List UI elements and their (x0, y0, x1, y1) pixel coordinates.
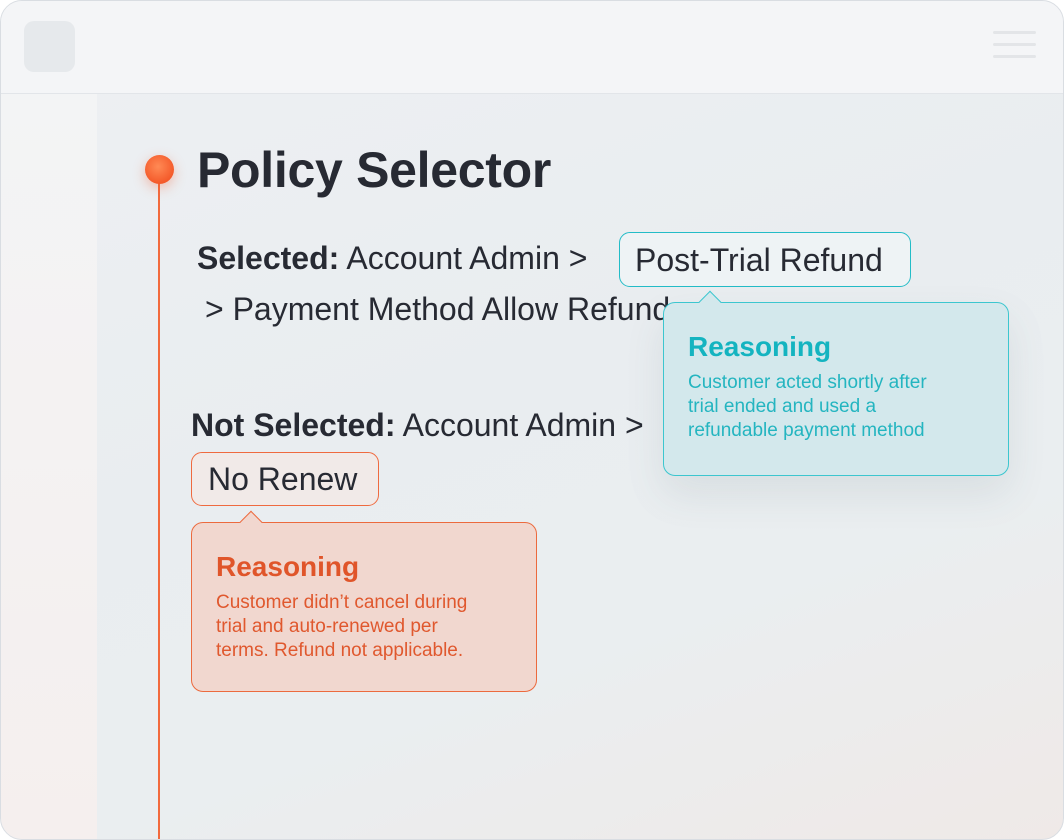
not-selected-policy-chip[interactable]: No Renew (191, 452, 379, 506)
selected-path-start: Account Admin > (346, 240, 588, 276)
reasoning-line: Customer didn’t cancel during (216, 592, 468, 613)
not-selected-reasoning-callout: Reasoning Customer didn’t cancel during … (191, 510, 537, 692)
selected-reasoning-heading: Reasoning (688, 331, 832, 362)
reasoning-line: trial ended and used a (688, 396, 877, 417)
selected-path-line: Selected: Account Admin > (197, 240, 587, 277)
top-bar (1, 1, 1063, 94)
timeline-line (158, 169, 160, 839)
selected-reasoning-callout: Reasoning Customer acted shortly after t… (663, 290, 1009, 476)
not-selected-path-line: Not Selected: Account Admin > (191, 407, 644, 444)
selected-policy-chip[interactable]: Post-Trial Refund (619, 232, 911, 287)
not-selected-reasoning-text: Customer didn’t cancel during trial and … (216, 591, 516, 663)
hamburger-menu-icon[interactable] (993, 31, 1037, 61)
reasoning-line: Customer acted shortly after (688, 372, 927, 393)
not-selected-label: Not Selected: (191, 407, 396, 443)
selected-reasoning-text: Customer acted shortly after trial ended… (688, 371, 988, 443)
callout-pointer (239, 510, 263, 534)
app-window: Policy Selector Selected: Account Admin … (0, 0, 1064, 840)
not-selected-reasoning-heading: Reasoning (216, 551, 360, 582)
reasoning-line: refundable payment method (688, 420, 925, 441)
selected-label: Selected: (197, 240, 340, 276)
not-selected-path-start: Account Admin > (402, 407, 644, 443)
selected-path-end: > Payment Method Allow Refund (205, 291, 671, 327)
reasoning-line: terms. Refund not applicable. (216, 640, 464, 661)
sidebar (1, 94, 97, 839)
timeline-dot (145, 155, 174, 184)
reasoning-line: trial and auto-renewed per (216, 616, 438, 637)
callout-pointer (698, 290, 722, 314)
page-title: Policy Selector (197, 142, 551, 198)
app-logo-icon[interactable] (24, 21, 75, 72)
